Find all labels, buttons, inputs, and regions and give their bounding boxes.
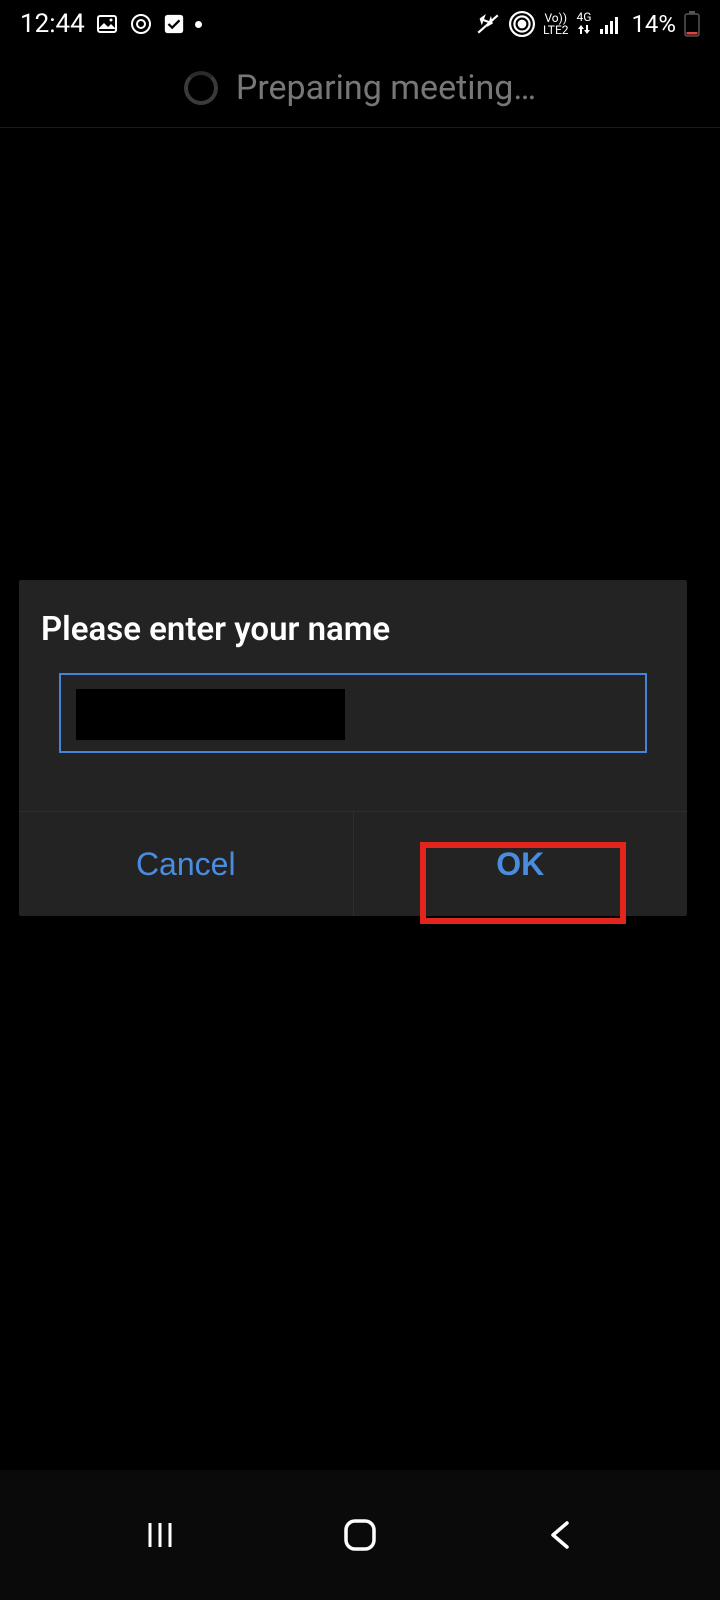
- status-right: Vo)) LTE2 4G 14%: [475, 10, 700, 38]
- volte-indicator: Vo)) LTE2: [543, 12, 569, 36]
- vibrate-icon: [475, 11, 501, 37]
- navigation-bar: [0, 1470, 720, 1600]
- status-bar: 12:44 Vo)) LTE2 4G 14%: [0, 0, 720, 48]
- clock: 12:44: [20, 9, 85, 39]
- network-type: 4G: [577, 11, 592, 37]
- loading-header: Preparing meeting…: [0, 48, 720, 128]
- signal-icon: [599, 13, 623, 35]
- status-left: 12:44: [20, 9, 202, 39]
- sync-icon: [129, 12, 153, 36]
- data-arrows-icon: [577, 23, 591, 37]
- lte-label: LTE2: [543, 24, 569, 36]
- redaction-overlay: [76, 689, 345, 740]
- back-button[interactable]: [530, 1505, 590, 1565]
- spinner-icon: [184, 71, 218, 105]
- home-button[interactable]: [330, 1505, 390, 1565]
- checkbox-icon: [163, 13, 185, 35]
- dialog-actions: Cancel OK: [19, 811, 687, 916]
- battery-icon: [684, 11, 700, 37]
- net-label: 4G: [577, 11, 592, 23]
- recents-button[interactable]: [130, 1505, 190, 1565]
- dialog-title: Please enter your name: [19, 580, 687, 673]
- name-entry-dialog: Please enter your name Cancel OK: [19, 580, 687, 916]
- cancel-button[interactable]: Cancel: [19, 812, 354, 916]
- loading-text: Preparing meeting…: [236, 68, 536, 108]
- image-icon: [95, 12, 119, 36]
- hotspot-icon: [509, 11, 535, 37]
- ok-button[interactable]: OK: [354, 812, 688, 916]
- dot-indicator: [195, 21, 202, 28]
- battery-percentage: 14%: [631, 10, 676, 38]
